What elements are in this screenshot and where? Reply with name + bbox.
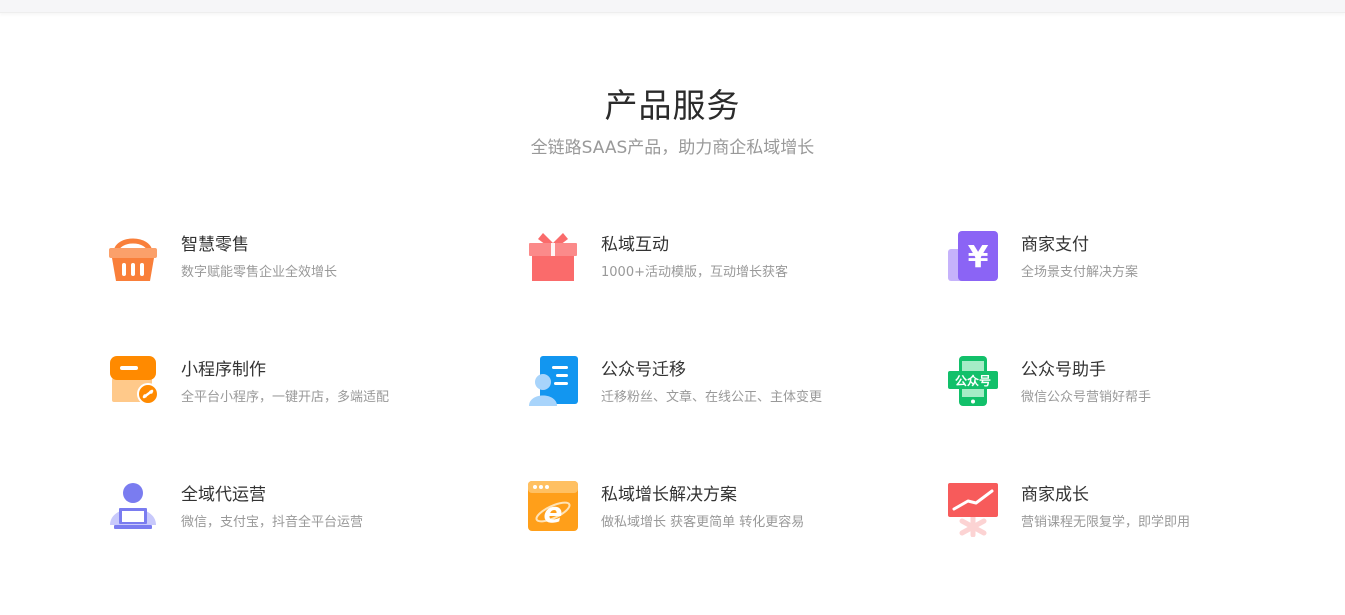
product-title: 智慧零售	[181, 235, 249, 255]
product-card-growth-solution[interactable]: e 私域增长解决方案 做私域增长 获客更简单 转化更容易	[528, 481, 908, 541]
mini-program-store-icon	[108, 356, 158, 412]
svg-text:公众号: 公众号	[955, 373, 991, 388]
product-card-account-migration[interactable]: 公众号迁移 迁移粉丝、文章、在线公正、主体变更	[528, 356, 908, 416]
product-title: 公众号迁移	[601, 360, 686, 380]
yuan-payment-icon: ¥	[948, 231, 998, 287]
product-title: 商家支付	[1021, 235, 1089, 255]
product-card-smart-retail[interactable]: 智慧零售 数字赋能零售企业全效增长	[108, 231, 488, 291]
product-card-merchant-growth[interactable]: 商家成长 营销课程无限复学，即学即用	[948, 481, 1328, 541]
product-description: 迁移粉丝、文章、在线公正、主体变更	[601, 390, 823, 405]
section-title: 产品服务	[604, 86, 741, 125]
shopping-basket-icon	[108, 231, 158, 287]
official-account-phone-icon: 公众号	[948, 356, 998, 412]
product-description: 营销课程无限复学，即学即用	[1021, 515, 1191, 530]
operator-laptop-icon	[108, 481, 158, 537]
product-description: 做私域增长 获客更简单 转化更容易	[601, 515, 805, 530]
svg-text:¥: ¥	[968, 240, 989, 275]
product-description: 全场景支付解决方案	[1021, 265, 1139, 280]
section-subtitle: 全链路SAAS产品，助力商企私域增长	[530, 138, 815, 158]
product-title: 公众号助手	[1021, 360, 1106, 380]
product-description: 微信公众号营销好帮手	[1021, 390, 1152, 405]
product-description: 微信，支付宝，抖音全平台运营	[181, 515, 364, 530]
product-card-account-assistant[interactable]: 公众号 公众号助手 微信公众号营销好帮手	[948, 356, 1328, 416]
product-title: 私域增长解决方案	[601, 485, 737, 505]
top-navigation-bar	[0, 0, 1345, 13]
product-title: 商家成长	[1021, 485, 1089, 505]
product-card-full-operation[interactable]: 全域代运营 微信，支付宝，抖音全平台运营	[108, 481, 488, 541]
product-card-merchant-payment[interactable]: ¥ 商家支付 全场景支付解决方案	[948, 231, 1328, 291]
product-title: 全域代运营	[181, 485, 266, 505]
svg-text:e: e	[544, 496, 563, 529]
product-title: 私域互动	[601, 235, 669, 255]
browser-e-icon: e	[528, 481, 578, 537]
product-title: 小程序制作	[181, 360, 266, 380]
product-description: 1000+活动模版，互动增长获客	[601, 265, 788, 280]
product-description: 全平台小程序，一键开店，多端适配	[181, 390, 390, 405]
growth-chart-icon	[948, 481, 998, 537]
product-card-mini-program[interactable]: 小程序制作 全平台小程序，一键开店，多端适配	[108, 356, 488, 416]
product-card-private-interaction[interactable]: 私域互动 1000+活动模版，互动增长获客	[528, 231, 908, 291]
product-description: 数字赋能零售企业全效增长	[181, 265, 338, 280]
account-migration-icon	[528, 356, 578, 412]
gift-box-icon	[528, 231, 578, 287]
